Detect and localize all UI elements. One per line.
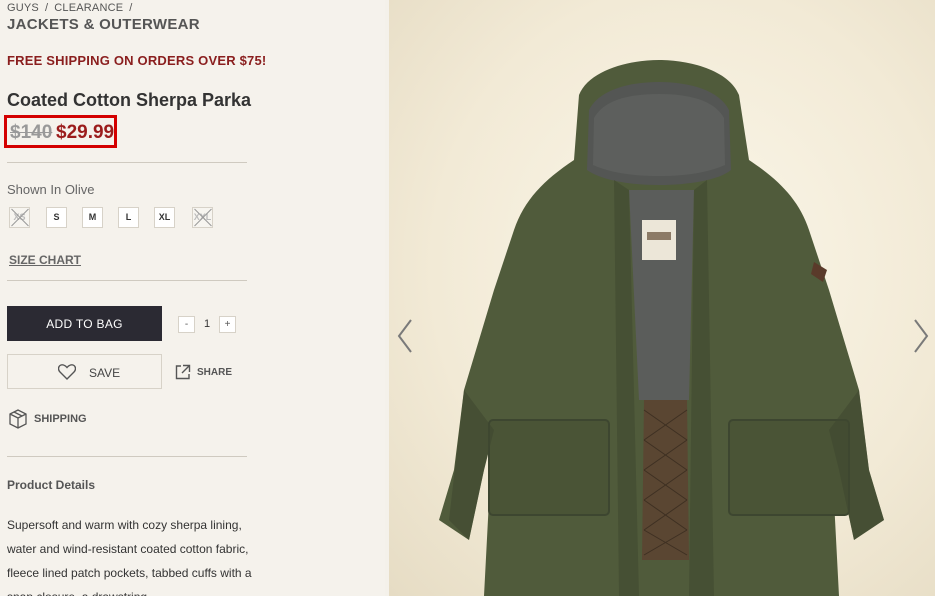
- share-label: SHARE: [197, 367, 233, 378]
- sale-price: $29.99: [56, 122, 115, 143]
- product-details-heading: Product Details: [7, 478, 96, 492]
- divider: [7, 280, 247, 281]
- divider: [7, 162, 247, 163]
- chevron-right-icon[interactable]: [911, 318, 931, 354]
- original-price: $140: [10, 122, 53, 143]
- add-to-bag-button[interactable]: ADD TO BAG: [7, 306, 162, 341]
- breadcrumb-separator: /: [129, 2, 133, 14]
- quantity-stepper: - 1 +: [178, 315, 236, 333]
- free-shipping-promo: FREE SHIPPING ON ORDERS OVER $75!: [7, 53, 267, 68]
- quantity-increase-button[interactable]: +: [219, 315, 236, 333]
- size-option-xxl[interactable]: XXL: [192, 207, 213, 228]
- size-option-xs[interactable]: XS: [9, 207, 30, 228]
- product-info-panel: GUYS / CLEARANCE / JACKETS & OUTERWEAR FREE…: [0, 0, 385, 596]
- size-option-xl[interactable]: XL: [154, 207, 175, 228]
- size-option-m[interactable]: M: [82, 207, 103, 228]
- breadcrumb-clearance-link[interactable]: CLEARANCE: [54, 2, 123, 14]
- category-title: JACKETS & OUTERWEAR: [7, 16, 200, 33]
- quantity-value[interactable]: 1: [195, 318, 219, 330]
- share-icon: [175, 364, 191, 383]
- chevron-left-icon[interactable]: [395, 318, 415, 354]
- product-details-text: Supersoft and warm with cozy sherpa lini…: [7, 518, 252, 596]
- save-button[interactable]: SAVE: [7, 354, 162, 389]
- heart-icon: [57, 364, 77, 383]
- divider: [7, 456, 247, 457]
- size-chart-link[interactable]: SIZE CHART: [9, 253, 81, 267]
- price-highlight-box: $140 $29.99: [4, 115, 117, 148]
- product-image-gallery: [389, 0, 935, 596]
- product-title: Coated Cotton Sherpa Parka: [7, 90, 252, 110]
- shown-color-label: Shown In Olive: [7, 182, 95, 197]
- shipping-label: SHIPPING: [34, 413, 87, 425]
- breadcrumb-guys-link[interactable]: GUYS: [7, 2, 39, 14]
- save-label: SAVE: [89, 366, 121, 380]
- size-option-l[interactable]: L: [118, 207, 139, 228]
- parka-jacket-image: [439, 60, 884, 596]
- breadcrumb: GUYS / CLEARANCE /: [7, 2, 139, 14]
- quantity-decrease-button[interactable]: -: [178, 315, 195, 333]
- breadcrumb-separator: /: [44, 2, 49, 14]
- size-option-s[interactable]: S: [46, 207, 67, 228]
- box-icon: [7, 408, 29, 433]
